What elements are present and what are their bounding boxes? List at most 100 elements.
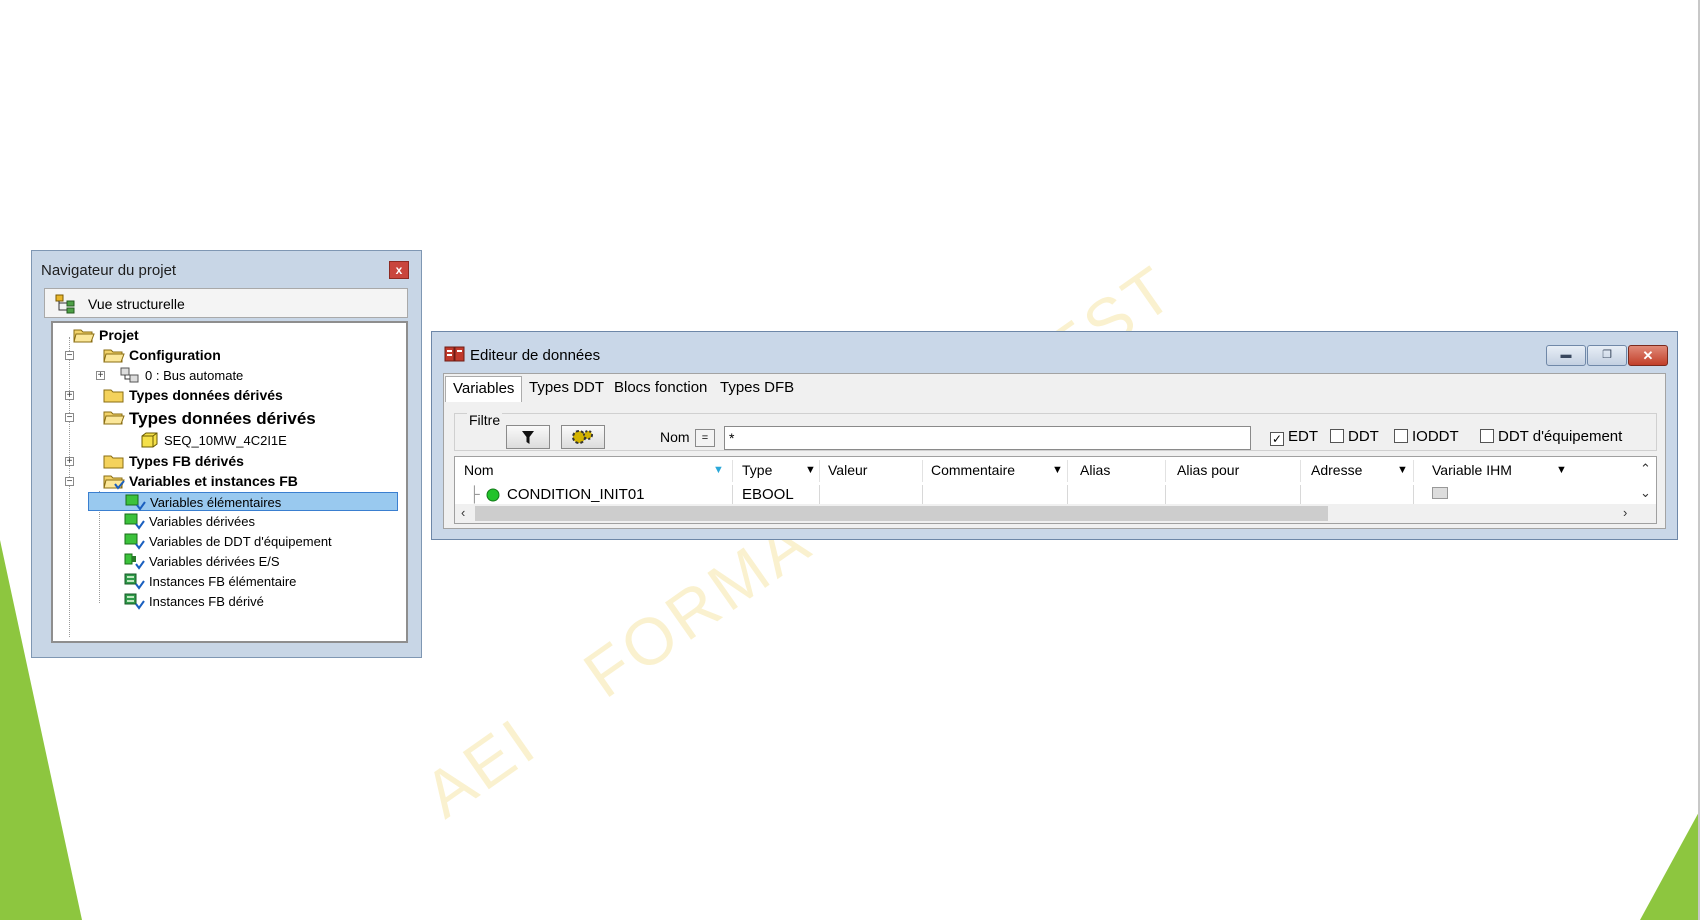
name-filter-label: Nom (660, 429, 690, 445)
tree-item[interactable]: Instances FB dérivé (53, 592, 406, 611)
column-header-alias-pour[interactable]: Alias pour (1177, 457, 1239, 484)
column-header-valeur[interactable]: Valeur (828, 457, 867, 484)
tab-types-ddt[interactable]: Types DDT (522, 376, 611, 402)
type-dropdown-icon[interactable]: ▼ (805, 457, 816, 484)
tree-item-label: Projet (99, 327, 139, 343)
cell-variable-ihm-checkbox[interactable] (1432, 485, 1448, 505)
column-header-adresse[interactable]: Adresse (1311, 457, 1362, 484)
expand-icon[interactable]: + (96, 371, 105, 381)
tree-item[interactable]: − Configuration (53, 346, 406, 365)
green-corner-right (1640, 810, 1700, 920)
column-header-nom[interactable]: Nom (464, 457, 494, 484)
equals-button[interactable]: = (695, 429, 715, 447)
name-filter-input[interactable] (724, 426, 1251, 450)
project-tree[interactable]: Projet − Configuration +0 : Bus automate + Ty… (51, 321, 408, 643)
tree-item-label: Variables et instances FB (129, 473, 298, 489)
close-icon: ✕ (1642, 348, 1654, 363)
tree-item-label: 0 : Bus automate (145, 368, 244, 383)
tree-item[interactable]: Variables dérivées (53, 512, 406, 531)
expand-icon[interactable]: + (65, 457, 74, 467)
sort-indicator-icon: ▼ (713, 464, 724, 476)
gears-icon (572, 430, 593, 444)
scroll-left-icon[interactable]: ‹ (461, 505, 465, 520)
tree-item-label: Instances FB élémentaire (149, 574, 297, 589)
horizontal-scroll-thumb[interactable] (475, 506, 1328, 521)
bus-icon (119, 366, 141, 387)
fb-instance-icon (123, 592, 145, 613)
scroll-right-icon[interactable]: › (1623, 505, 1627, 520)
variable-icon (123, 512, 145, 533)
tree-item-label: Variables dérivées (149, 514, 255, 529)
filter-settings-button[interactable] (561, 425, 605, 449)
variable-icon (123, 532, 145, 553)
close-button[interactable]: ✕ (1628, 345, 1668, 366)
tree-item-label: Types données dérivés (129, 387, 283, 403)
navigator-title: Navigateur du projet (41, 262, 177, 279)
collapse-icon[interactable]: − (65, 413, 74, 423)
maximize-button[interactable]: ❐ (1587, 345, 1627, 366)
scroll-down-icon[interactable]: ⌄ (1640, 485, 1651, 501)
column-header-commentaire[interactable]: Commentaire (931, 457, 1015, 484)
tree-item[interactable]: + Types données dérivés (53, 386, 406, 405)
minimize-button[interactable]: ▬ (1546, 345, 1586, 366)
checkbox-ddt-equipement-box[interactable] (1480, 429, 1494, 443)
checkbox-ioddt-label: IODDT (1412, 428, 1459, 445)
structural-view-label: Vue structurelle (88, 296, 185, 312)
tree-item-label: Instances FB dérivé (149, 594, 264, 609)
filter-label: Filtre (467, 412, 503, 428)
adresse-dropdown-icon[interactable]: ▼ (1397, 457, 1408, 484)
tree-item[interactable]: Variables de DDT d'équipement (53, 532, 406, 551)
checkbox-ioddt-box[interactable] (1394, 429, 1408, 443)
collapse-icon[interactable]: − (65, 351, 74, 361)
funnel-icon (522, 431, 534, 444)
collapse-icon[interactable]: − (65, 477, 74, 487)
checkbox-ddt-equipement-label: DDT d'équipement (1498, 428, 1623, 445)
checkbox-ioddt[interactable]: IODDT (1394, 428, 1459, 445)
checkbox-ddt-equipement[interactable]: DDT d'équipement (1480, 428, 1622, 445)
tab-blocs-fonction[interactable]: Blocs fonction (607, 376, 714, 402)
data-editor-content: Variables Types DDT Blocs fonction Types… (443, 373, 1666, 529)
tree-item-label: Configuration (129, 347, 221, 363)
cell-nom[interactable]: CONDITION_INIT01 (507, 485, 645, 505)
tab-types-dfb[interactable]: Types DFB (713, 376, 801, 402)
folder-open-icon (73, 326, 95, 347)
scroll-up-icon[interactable]: ⌃ (1640, 461, 1651, 477)
cell-type[interactable]: EBOOL (742, 485, 794, 505)
tab-variables[interactable]: Variables (445, 376, 523, 402)
structural-view-header[interactable]: Vue structurelle (44, 288, 408, 318)
tree-item[interactable]: Projet (53, 326, 406, 345)
filter-button[interactable] (506, 425, 550, 449)
checkbox-ddt[interactable]: DDT (1330, 428, 1379, 445)
tree-item[interactable]: Variables dérivées E/S (53, 552, 406, 571)
tree-item[interactable]: + Types FB dérivés (53, 452, 406, 471)
tree-item[interactable]: +0 : Bus automate (53, 366, 406, 385)
datatype-icon (138, 431, 160, 452)
folder-icon (103, 386, 125, 407)
data-editor-icon (444, 345, 466, 366)
variable-status-icon (486, 485, 500, 505)
horizontal-scrollbar[interactable]: ‹ › (455, 504, 1656, 523)
tree-item[interactable]: SEQ_10MW_4C2I1E (53, 431, 406, 450)
column-header-variable-ihm[interactable]: Variable IHM (1432, 457, 1512, 484)
tree-item[interactable]: Instances FB élémentaire (53, 572, 406, 591)
tree-item[interactable]: − Variables et instances FB (53, 472, 406, 491)
navigator-close-button[interactable]: x (389, 261, 409, 279)
filter-group: Filtre Nom = ✓ EDT DDT IODDT DDT d'équipe… (454, 412, 1657, 451)
checkbox-ddt-box[interactable] (1330, 429, 1344, 443)
commentaire-dropdown-icon[interactable]: ▼ (1052, 457, 1063, 484)
checkbox-edt-box[interactable]: ✓ (1270, 432, 1284, 446)
folder-open-icon (103, 408, 125, 429)
tree-item-label: Variables de DDT d'équipement (149, 534, 332, 549)
folder-open-icon (103, 346, 125, 367)
fb-instance-icon (123, 572, 145, 593)
column-header-alias[interactable]: Alias (1080, 457, 1110, 484)
variable-ihm-dropdown-icon[interactable]: ▼ (1556, 457, 1567, 484)
tree-item[interactable]: − Types données dérivés (53, 408, 406, 429)
tree-item[interactable]: Variables élémentaires (88, 492, 398, 511)
variables-grid[interactable]: Nom ▼ Type ▼ Valeur Commentaire ▼ Alias … (454, 456, 1657, 524)
checkbox-edt-label: EDT (1288, 428, 1318, 445)
checkbox-ddt-label: DDT (1348, 428, 1379, 445)
checkbox-edt[interactable]: ✓ EDT (1270, 428, 1318, 446)
expand-icon[interactable]: + (65, 391, 74, 401)
column-header-type[interactable]: Type (742, 457, 772, 484)
